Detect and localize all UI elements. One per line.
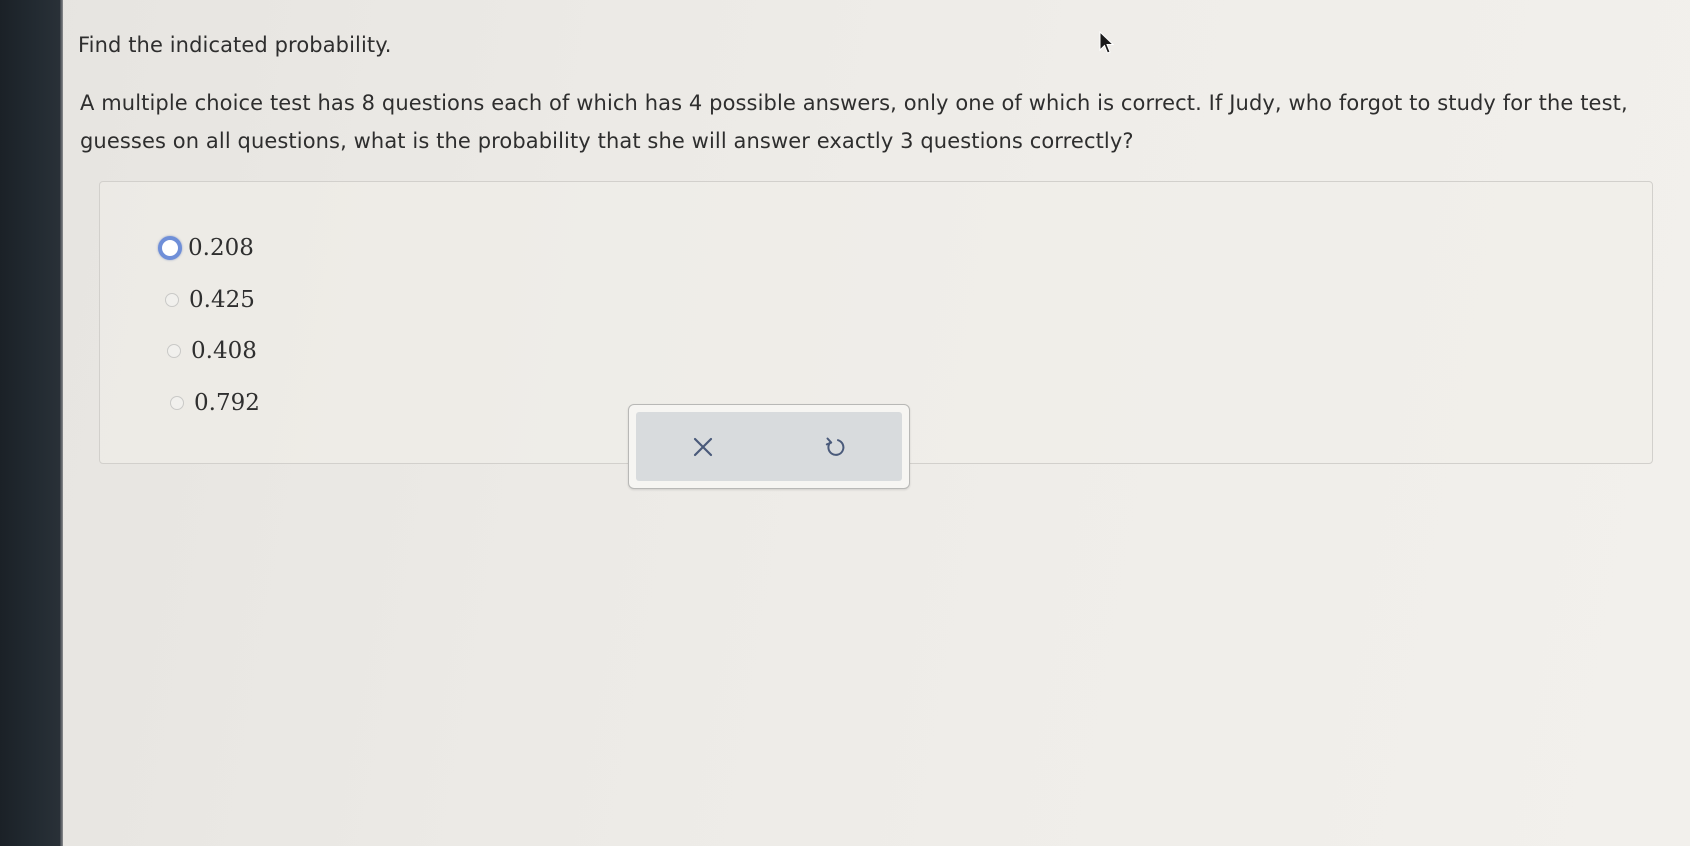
option-2[interactable]: 0.425 [165,287,255,313]
answer-panel: 0.208 0.425 0.408 0.792 [99,181,1653,489]
question-text: A multiple choice test has 8 questions e… [80,91,1628,153]
radio-button[interactable] [165,293,179,307]
radio-button-selected[interactable] [158,236,182,260]
option-4[interactable]: 0.792 [170,390,260,416]
option-label: 0.792 [194,390,260,416]
clear-answer-button[interactable] [680,424,726,470]
screen-bezel [0,0,62,846]
option-1[interactable]: 0.208 [158,235,254,261]
question-page: Find the indicated probability. A multip… [63,0,1690,846]
radio-button[interactable] [170,396,184,410]
answer-action-box [628,404,910,489]
action-bar [636,412,902,481]
mouse-pointer-icon [1099,30,1114,54]
x-icon [693,437,713,457]
option-label: 0.408 [191,338,257,364]
option-label: 0.208 [188,235,254,261]
option-label: 0.425 [189,287,255,313]
undo-icon [825,437,845,456]
radio-button[interactable] [167,344,181,358]
instruction-text: Find the indicated probability. [78,33,392,57]
option-3[interactable]: 0.408 [167,338,257,364]
undo-button[interactable] [812,424,858,470]
